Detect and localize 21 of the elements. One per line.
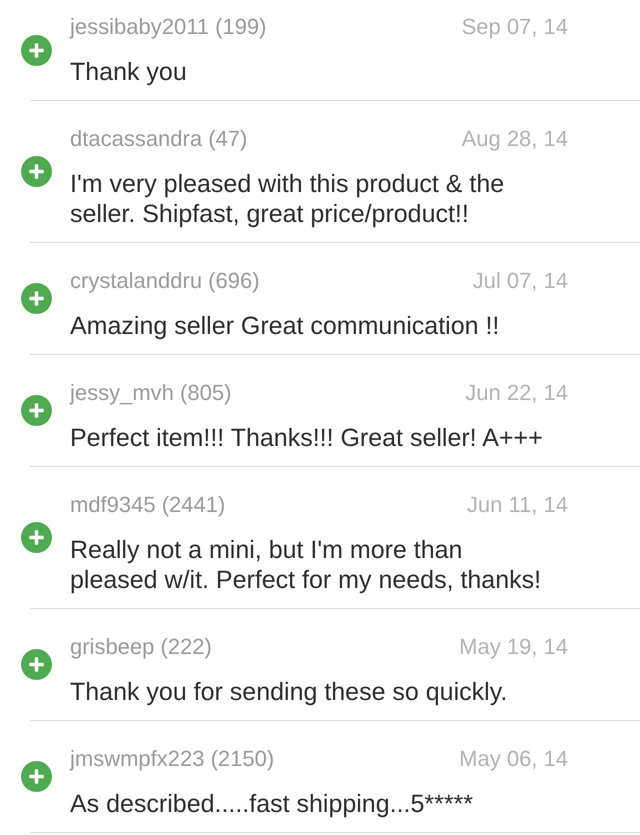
feedback-comment: As described.....fast shipping...5***** bbox=[70, 789, 474, 819]
feedback-comment: Thank you bbox=[70, 57, 188, 87]
feedback-date: Sep 07, 14 bbox=[462, 13, 568, 41]
feedback-date: May 19, 14 bbox=[459, 633, 568, 661]
username: jmswmpfx223 (2150) bbox=[70, 745, 274, 773]
feedback-comment: I'm very pleased with this product & the seller. Shipfast, great price/product!! bbox=[70, 169, 506, 229]
feedback-comment: Amazing seller Great communication !! bbox=[70, 311, 500, 341]
feedback-date: Jun 22, 14 bbox=[465, 379, 568, 407]
username: crystalanddru (696) bbox=[70, 267, 260, 295]
feedback-date: May 06, 14 bbox=[459, 745, 568, 773]
username: mdf9345 (2441) bbox=[70, 491, 226, 519]
feedback-comment: Perfect item!!! Thanks!!! Great seller! A+++ bbox=[70, 423, 544, 453]
username: jessibaby2011 (199) bbox=[70, 13, 266, 41]
feedback-date: Jun 11, 14 bbox=[466, 491, 568, 519]
feedback-date: Aug 28, 14 bbox=[462, 125, 568, 153]
username: grisbeep (222) bbox=[70, 633, 212, 661]
feedback-comment: Really not a mini, but I'm more than pleased w/it. Perfect for my needs, thanks! bbox=[70, 535, 542, 595]
username: jessy_mvh (805) bbox=[70, 379, 232, 407]
feedback-comment: Thank you for sending these so quickly. bbox=[70, 677, 508, 707]
username: dtacassandra (47) bbox=[70, 125, 248, 153]
feedback-date: Jul 07, 14 bbox=[472, 267, 568, 295]
